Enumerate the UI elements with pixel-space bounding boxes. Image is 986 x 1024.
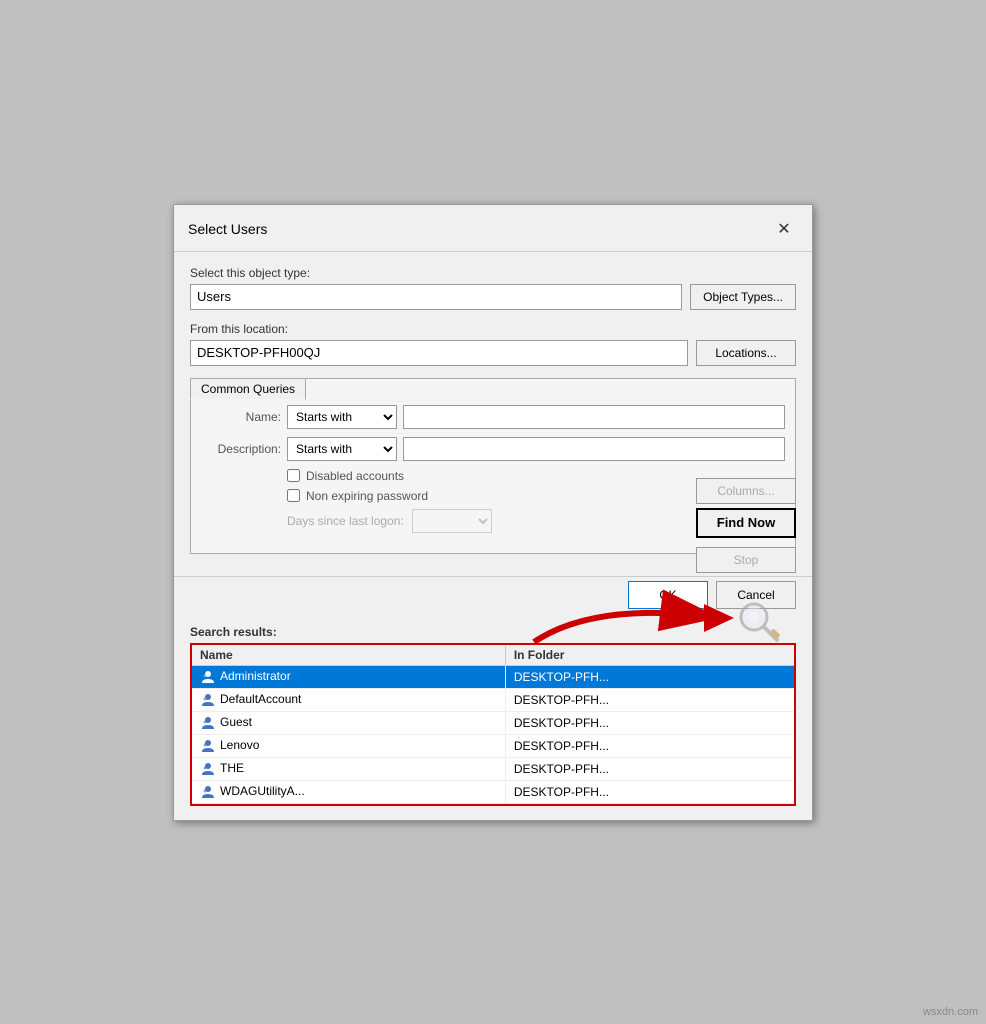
columns-button: Columns... (696, 478, 796, 504)
row-folder: DESKTOP-PFH... (505, 734, 794, 757)
description-query-label: Description: (201, 442, 281, 456)
row-name: THE (192, 757, 505, 780)
location-group: From this location: Locations... (190, 322, 796, 366)
days-since-select (412, 509, 492, 533)
row-folder: DESKTOP-PFH... (505, 757, 794, 780)
magnifier-icon (734, 597, 782, 645)
magnifier-icon-container (734, 597, 782, 648)
name-condition-select[interactable]: Starts with Is exactly Ends with (287, 405, 397, 429)
non-expiring-label: Non expiring password (306, 489, 428, 503)
row-name: Lenovo (192, 734, 505, 757)
row-folder: DESKTOP-PFH... (505, 665, 794, 688)
dialog-body: Select this object type: Object Types...… (174, 252, 812, 576)
stop-btn-container: Stop (696, 547, 796, 573)
disabled-accounts-label: Disabled accounts (306, 469, 404, 483)
row-folder: DESKTOP-PFH... (505, 711, 794, 734)
table-row[interactable]: Guest DESKTOP-PFH... (192, 711, 794, 734)
object-types-button[interactable]: Object Types... (690, 284, 796, 310)
name-query-label: Name: (201, 410, 281, 424)
disabled-accounts-checkbox[interactable] (287, 469, 300, 482)
location-label: From this location: (190, 322, 796, 336)
search-results-label: Search results: (174, 619, 812, 643)
results-tbody: Administrator DESKTOP-PFH... DefaultAcco… (192, 665, 794, 803)
locations-button[interactable]: Locations... (696, 340, 796, 366)
non-expiring-checkbox[interactable] (287, 489, 300, 502)
description-query-input[interactable] (403, 437, 785, 461)
table-row[interactable]: Lenovo DESKTOP-PFH... (192, 734, 794, 757)
location-input[interactable] (190, 340, 688, 366)
table-row[interactable]: WDAGUtilityA... DESKTOP-PFH... (192, 780, 794, 803)
results-table-container: Name In Folder Administrator DESKTOP-PFH… (190, 643, 796, 806)
table-row[interactable]: Administrator DESKTOP-PFH... (192, 665, 794, 688)
col-name-header[interactable]: Name (192, 645, 505, 666)
ok-button[interactable]: OK (628, 581, 708, 609)
find-now-button[interactable]: Find Now (696, 508, 796, 538)
table-row[interactable]: DefaultAccount DESKTOP-PFH... (192, 688, 794, 711)
results-table: Name In Folder Administrator DESKTOP-PFH… (192, 645, 794, 804)
object-type-group: Select this object type: Object Types... (190, 266, 796, 310)
days-since-label: Days since last logon: (287, 514, 404, 528)
row-folder: DESKTOP-PFH... (505, 688, 794, 711)
common-queries-tab: Common Queries (190, 378, 306, 400)
object-type-input[interactable] (190, 284, 682, 310)
row-folder: DESKTOP-PFH... (505, 780, 794, 803)
table-row[interactable]: THE DESKTOP-PFH... (192, 757, 794, 780)
col-folder-header[interactable]: In Folder (505, 645, 794, 666)
row-name: Administrator (192, 665, 505, 688)
description-condition-select[interactable]: Starts with Is exactly Ends with (287, 437, 397, 461)
row-name: WDAGUtilityA... (192, 780, 505, 803)
select-users-dialog: Select Users ✕ Select this object type: … (173, 204, 813, 821)
close-button[interactable]: ✕ (770, 215, 798, 243)
name-query-row: Name: Starts with Is exactly Ends with (201, 405, 785, 429)
columns-btn-container: Columns... (696, 478, 796, 504)
location-row: Locations... (190, 340, 796, 366)
object-type-label: Select this object type: (190, 266, 796, 280)
watermark: wsxdn.com (923, 1006, 978, 1018)
find-now-btn-container: Find Now (696, 508, 796, 538)
bottom-buttons: OK Cancel (174, 576, 812, 619)
row-name: DefaultAccount (192, 688, 505, 711)
description-query-row: Description: Starts with Is exactly Ends… (201, 437, 785, 461)
dialog-title: Select Users (188, 221, 267, 237)
name-query-input[interactable] (403, 405, 785, 429)
stop-button: Stop (696, 547, 796, 573)
title-bar: Select Users ✕ (174, 205, 812, 252)
results-table-header: Name In Folder (192, 645, 794, 666)
object-type-row: Object Types... (190, 284, 796, 310)
row-name: Guest (192, 711, 505, 734)
